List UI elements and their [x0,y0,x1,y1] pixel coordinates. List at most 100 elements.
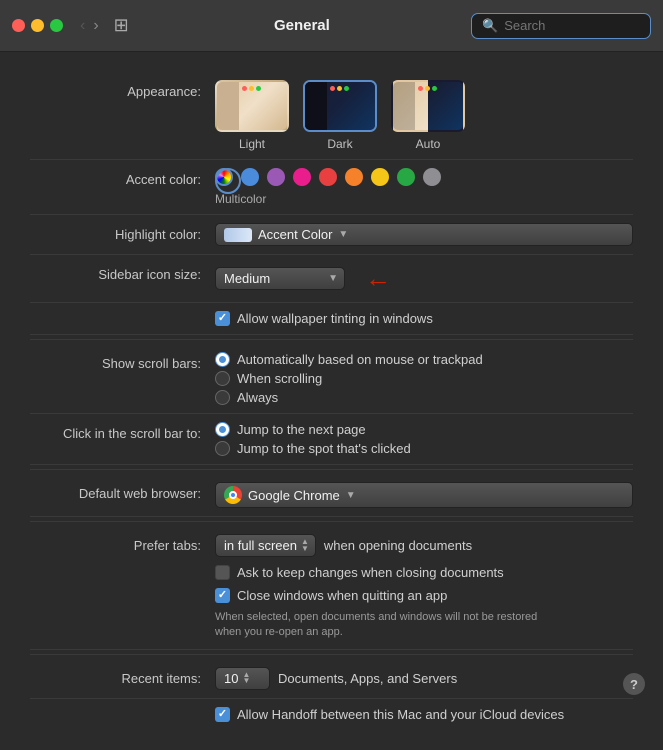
search-icon: 🔍 [482,18,498,34]
dot-red [418,86,423,91]
accent-purple[interactable] [267,168,285,186]
checkbox-unchecked-icon [215,565,230,580]
prefer-tabs-label: Prefer tabs: [30,534,215,553]
show-scroll-bars-content: Automatically based on mouse or trackpad… [215,352,633,405]
recent-items-content: 10 ▲ ▼ Documents, Apps, and Servers [215,667,633,690]
search-bar[interactable]: 🔍 [471,13,651,39]
checkmark-icon: ✓ [218,709,227,720]
thumb-bar [305,82,327,130]
auto-bar [393,82,415,130]
dot-yellow [425,86,430,91]
minimize-button[interactable] [31,19,44,32]
recent-items-label: Recent items: [30,667,215,686]
wallpaper-content: ✓ Allow wallpaper tinting in windows [215,311,633,326]
appearance-content: Light Dark [215,80,633,151]
click-scroll-bar-row: Click in the scroll bar to: Jump to the … [30,414,633,465]
accent-yellow[interactable] [371,168,389,186]
accent-multicolor[interactable] [215,168,233,186]
click-next-page-option[interactable]: Jump to the next page [215,422,633,437]
stepper-icon: ▲ ▼ [242,672,250,685]
appearance-option-dark[interactable]: Dark [303,80,377,151]
appearance-label-dark: Dark [327,137,352,151]
appearance-label: Appearance: [30,80,215,99]
radio-selected-icon [215,352,230,367]
help-button[interactable]: ? [623,673,645,695]
accent-green[interactable] [397,168,415,186]
grid-button[interactable]: ⊞ [114,15,129,36]
chevron-down-icon: ▼ [328,273,338,284]
multicolor-label: Multicolor [215,192,633,206]
accent-colors [215,168,633,186]
highlight-swatch [224,228,252,242]
close-windows-note: When selected, open documents and window… [215,610,555,641]
prefer-tabs-dropdown[interactable]: in full screen ▲ ▼ [215,534,316,557]
click-clicked-spot-label: Jump to the spot that's clicked [237,441,411,456]
page-title: General [143,17,461,34]
appearance-options: Light Dark [215,80,633,151]
appearance-option-auto[interactable]: Auto [391,80,465,151]
nav-arrows: ‹ › [77,18,102,34]
ask-keep-changes-label: Ask to keep changes when closing documen… [237,565,504,580]
close-windows-checkbox[interactable]: ✓ Close windows when quitting an app [215,588,633,603]
radio-inner-dot [219,356,226,363]
appearance-label-auto: Auto [416,137,441,151]
wallpaper-tinting-checkbox[interactable]: ✓ Allow wallpaper tinting in windows [215,311,633,326]
recent-items-value: 10 [224,671,238,686]
scroll-when-scrolling-option[interactable]: When scrolling [215,371,633,386]
accent-blue[interactable] [241,168,259,186]
traffic-lights [12,19,63,32]
radio-empty-icon [215,390,230,405]
wallpaper-tinting-row: ✓ Allow wallpaper tinting in windows [30,303,633,335]
main-content: Appearance: Light [0,52,663,750]
scroll-always-option[interactable]: Always [215,390,633,405]
thumb-bar [217,82,239,130]
prefer-tabs-after-text: when opening documents [324,538,472,553]
close-windows-label: Close windows when quitting an app [237,588,447,603]
titlebar: ‹ › ⊞ General 🔍 [0,0,663,52]
scroll-auto-option[interactable]: Automatically based on mouse or trackpad [215,352,633,367]
accent-red[interactable] [319,168,337,186]
highlight-color-row: Highlight color: Accent Color ▼ [30,215,633,255]
wallpaper-label-spacer [30,311,215,315]
dot-yellow [249,86,254,91]
wallpaper-tinting-label: Allow wallpaper tinting in windows [237,311,433,326]
prefer-tabs-content: in full screen ▲ ▼ when opening document… [215,534,633,641]
prefer-tabs-inline: in full screen ▲ ▼ when opening document… [215,534,633,557]
default-browser-label: Default web browser: [30,482,215,501]
default-browser-dropdown[interactable]: Google Chrome ▼ [215,482,633,508]
scroll-when-scrolling-label: When scrolling [237,371,322,386]
auto-dots [418,86,437,91]
click-clicked-spot-option[interactable]: Jump to the spot that's clicked [215,441,633,456]
handoff-row: ✓ Allow Handoff between this Mac and you… [30,699,633,730]
recent-items-row: Recent items: 10 ▲ ▼ Documents, Apps, an… [30,654,633,699]
sidebar-icon-size-label: Sidebar icon size: [30,263,215,282]
chrome-inner-icon [229,491,237,499]
appearance-thumb-auto [391,80,465,132]
show-scroll-bars-label: Show scroll bars: [30,352,215,371]
appearance-row: Appearance: Light [30,72,633,160]
highlight-color-dropdown[interactable]: Accent Color ▼ [215,223,633,246]
appearance-option-light[interactable]: Light [215,80,289,151]
accent-gray[interactable] [423,168,441,186]
scroll-always-label: Always [237,390,278,405]
allow-handoff-checkbox[interactable]: ✓ Allow Handoff between this Mac and you… [215,707,633,722]
ask-keep-changes-checkbox[interactable]: Ask to keep changes when closing documen… [215,565,633,580]
search-input[interactable] [504,18,634,33]
recent-items-dropdown[interactable]: 10 ▲ ▼ [215,667,270,690]
handoff-label: Allow Handoff between this Mac and your … [237,707,564,722]
radio-empty-icon [215,441,230,456]
accent-orange[interactable] [345,168,363,186]
close-button[interactable] [12,19,25,32]
forward-button[interactable]: › [90,18,101,34]
recent-items-inline: 10 ▲ ▼ Documents, Apps, and Servers [215,667,633,690]
sidebar-icon-size-dropdown[interactable]: Medium ▼ [215,267,345,290]
accent-pink[interactable] [293,168,311,186]
radio-selected-icon [215,422,230,437]
fullscreen-button[interactable] [50,19,63,32]
chevron-down-icon: ▼ [338,229,348,240]
annotation-arrow: ← [365,263,391,294]
dot-red [330,86,335,91]
back-button[interactable]: ‹ [77,18,88,34]
dot-green [344,86,349,91]
default-browser-row: Default web browser: Google Chrome ▼ [30,469,633,517]
